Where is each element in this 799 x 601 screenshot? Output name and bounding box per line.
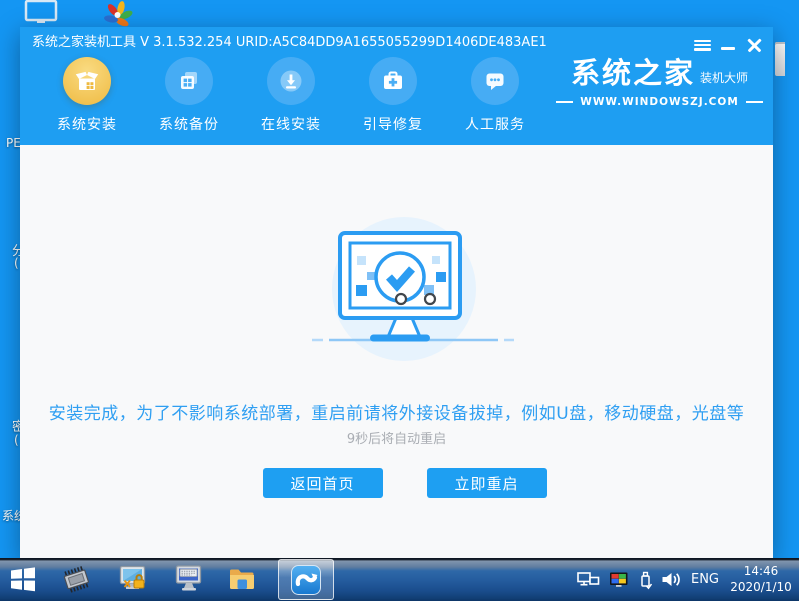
completion-message: 安装完成，为了不影响系统部署，重启前请将外接设备拔掉，例如U盘，移动硬盘，光盘等 <box>48 404 745 424</box>
desktop: PE 分 ( 密 ( 系统 系统之家装机工具 V 3.1.532.254 URI… <box>0 0 799 601</box>
brand-name: 系统之家 <box>570 56 695 90</box>
desktop-monitor-icon[interactable] <box>22 0 62 26</box>
clock[interactable]: 14:46 2020/1/10 <box>728 564 797 595</box>
close-button[interactable] <box>741 36 767 54</box>
installer-app-icon <box>291 564 321 595</box>
installer-taskbar-button[interactable] <box>278 559 334 600</box>
system-tray: ENG 14:46 2020/1/10 <box>577 558 797 601</box>
installer-window: 系统之家装机工具 V 3.1.532.254 URID:A5C84DD9A165… <box>20 27 773 558</box>
nav-label: 系统安装 <box>57 117 117 133</box>
memory-chip-icon[interactable] <box>60 563 92 595</box>
network-icon[interactable] <box>577 571 600 589</box>
dash-decoration <box>745 101 763 103</box>
desktop-flower-app-icon[interactable] <box>101 1 135 29</box>
nav-label: 引导修复 <box>363 117 423 133</box>
window-header: 系统之家装机工具 V 3.1.532.254 URID:A5C84DD9A165… <box>20 27 773 145</box>
desktop-icon-label-fragment: PE <box>6 136 21 150</box>
nav-label: 人工服务 <box>465 117 525 133</box>
desktop-icon-label-fragment: ( <box>14 256 19 270</box>
file-explorer-icon[interactable] <box>226 563 258 595</box>
menu-button[interactable] <box>689 36 715 54</box>
monitor-check-illustration <box>312 217 514 361</box>
minimize-button[interactable] <box>715 36 741 54</box>
brand-tagline: 装机大师 <box>700 71 749 85</box>
restart-now-button[interactable]: 立即重启 <box>426 468 547 498</box>
back-home-button[interactable]: 返回首页 <box>262 468 383 498</box>
backup-icon <box>165 57 213 105</box>
hamburger-icon <box>693 39 711 51</box>
online-install-icon <box>267 57 315 105</box>
nav-item-system-backup[interactable]: 系统备份 <box>138 57 240 134</box>
keyboard-tool-icon[interactable] <box>173 563 205 595</box>
usb-icon[interactable] <box>638 570 652 590</box>
display-color-icon[interactable] <box>609 572 629 588</box>
restart-countdown: 9秒后将自动重启 <box>346 432 447 447</box>
main-nav: 系统安装 系统备份 在线安装 引导修复 人工服务 <box>36 57 546 134</box>
desktop-icon-label-fragment: ( <box>14 433 19 447</box>
nav-item-online-install[interactable]: 在线安装 <box>240 57 342 134</box>
clock-time: 14:46 <box>743 563 779 578</box>
support-chat-icon <box>471 57 519 105</box>
nav-item-support[interactable]: 人工服务 <box>444 57 546 134</box>
nav-label: 系统备份 <box>159 117 219 133</box>
display-tool-icon[interactable] <box>117 563 149 595</box>
close-icon <box>747 37 762 53</box>
language-indicator[interactable]: ENG <box>691 572 719 587</box>
nav-item-system-install[interactable]: 系统安装 <box>36 57 138 134</box>
brand-site: WWW.WINDOWSZJ.COM <box>580 96 739 108</box>
install-box-icon <box>63 57 111 105</box>
desktop-partial-icon <box>775 42 785 76</box>
boot-repair-icon <box>369 57 417 105</box>
clock-date: 2020/1/10 <box>730 579 792 594</box>
nav-item-boot-repair[interactable]: 引导修复 <box>342 57 444 134</box>
taskbar: ENG 14:46 2020/1/10 <box>0 558 799 601</box>
titlebar[interactable]: 系统之家装机工具 V 3.1.532.254 URID:A5C84DD9A165… <box>20 27 773 54</box>
start-button[interactable] <box>10 566 36 592</box>
minimize-icon <box>721 47 735 50</box>
volume-icon[interactable] <box>661 571 682 588</box>
dash-decoration <box>556 101 574 103</box>
brand-logo: 系统之家 装机大师 WWW.WINDOWSZJ.COM <box>552 59 767 108</box>
window-title: 系统之家装机工具 V 3.1.532.254 URID:A5C84DD9A165… <box>32 35 547 50</box>
nav-label: 在线安装 <box>261 117 321 133</box>
